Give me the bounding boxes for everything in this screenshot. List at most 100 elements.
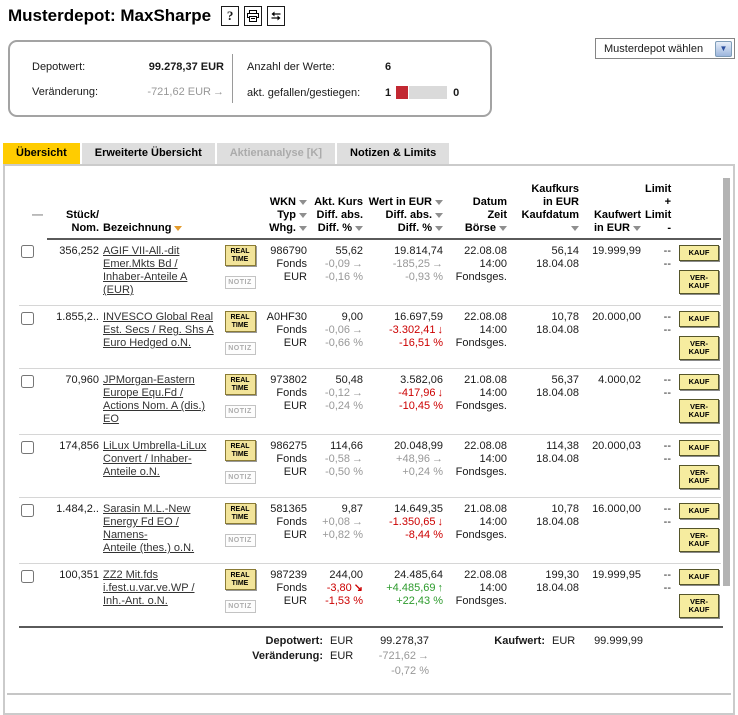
sort-icon[interactable] (435, 200, 443, 205)
verkauf-button[interactable]: VER- KAUF (679, 270, 719, 294)
kaufwert-value: 19.999,95 (583, 564, 645, 627)
notiz-badge[interactable]: NOTIZ (225, 342, 256, 355)
help-icon[interactable]: ? (221, 6, 239, 26)
verkauf-button[interactable]: VER- KAUF (679, 465, 719, 489)
scrollbar[interactable] (723, 178, 730, 586)
notiz-badge[interactable]: NOTIZ (225, 276, 256, 289)
kurs-diff-pct: +0,82 % (311, 529, 363, 542)
realtime-badge[interactable]: REAL TIME (225, 440, 256, 461)
print-icon[interactable] (244, 6, 262, 26)
kauf-button[interactable]: KAUF (679, 311, 719, 327)
wkn-value: 973802 (263, 374, 307, 387)
sort-icon[interactable] (435, 226, 443, 231)
kurs-diff-value: +0,08 (322, 516, 350, 528)
header-wert: Wert in EUR (369, 196, 432, 208)
shares-count: 1.484,2.. (47, 498, 103, 564)
realtime-badge[interactable]: REAL TIME (225, 245, 256, 266)
totals-veraenderung-pct: -0,72 % (359, 664, 429, 679)
notiz-badge[interactable]: NOTIZ (225, 471, 256, 484)
shares-count: 70,960 (47, 369, 103, 435)
kauf-button[interactable]: KAUF (679, 245, 719, 261)
kauf-button[interactable]: KAUF (679, 569, 719, 585)
limit-plus-value: -- (645, 374, 671, 387)
row-checkbox[interactable] (21, 312, 34, 325)
gefallen-gestiegen-label: akt. gefallen/gestiegen: (247, 87, 385, 99)
notiz-badge[interactable]: NOTIZ (225, 534, 256, 547)
sort-icon[interactable] (355, 226, 363, 231)
notiz-badge[interactable]: NOTIZ (225, 600, 256, 613)
realtime-badge[interactable]: REAL TIME (225, 374, 256, 395)
kaufwert-value: 20.000,00 (583, 306, 645, 369)
row-checkbox[interactable] (21, 375, 34, 388)
summary-right: Anzahl der Werte: 6 akt. gefallen/gestie… (232, 54, 490, 103)
limit-plus-value: -- (645, 503, 671, 516)
sort-icon[interactable] (571, 226, 579, 231)
kurs-diff-value: -0,58 (325, 453, 350, 465)
realtime-badge[interactable]: REAL TIME (225, 569, 256, 590)
akt-kurs-value: 55,62 (311, 245, 363, 258)
instrument-link[interactable]: JPMorgan-Eastern Europe Equ.Fd / Actions… (103, 374, 205, 426)
fallen-bar (396, 86, 408, 99)
gefallen-count: 1 (385, 87, 391, 99)
verkauf-button[interactable]: VER- KAUF (679, 594, 719, 618)
realtime-badge[interactable]: REAL TIME (225, 503, 256, 524)
realtime-badge[interactable]: REAL TIME (225, 311, 256, 332)
boerse-value: Fondsges. (447, 271, 507, 284)
header-akt-kurs: Akt. Kurs (311, 196, 363, 209)
tab-erweiterte-uebersicht[interactable]: Erweiterte Übersicht (82, 143, 215, 164)
verkauf-button[interactable]: VER- KAUF (679, 528, 719, 552)
sort-icon[interactable] (299, 200, 307, 205)
datum-value: 22.08.08 (447, 311, 507, 324)
kurs-diff-pct: -0,24 % (311, 400, 363, 413)
col-header-akt-kurs[interactable]: Akt. Kurs Diff. abs. Diff. % (311, 178, 367, 239)
kauf-button[interactable]: KAUF (679, 374, 719, 390)
sort-icon[interactable] (174, 226, 182, 231)
trend-arrow-icon: ↘ (354, 582, 363, 594)
sort-icon[interactable] (299, 226, 307, 231)
wert-diff-value: +4.485,69 (386, 582, 435, 594)
verkauf-button[interactable]: VER- KAUF (679, 336, 719, 360)
notiz-badge[interactable]: NOTIZ (225, 405, 256, 418)
row-checkbox[interactable] (21, 570, 34, 583)
sort-icon[interactable] (299, 213, 307, 218)
typ-value: Fonds (263, 324, 307, 337)
typ-value: Fonds (263, 516, 307, 529)
sort-icon[interactable] (633, 226, 641, 231)
row-checkbox[interactable] (21, 245, 34, 258)
header-kaufwert-line2: in EUR (594, 222, 630, 234)
sort-icon[interactable] (435, 213, 443, 218)
chevron-down-icon[interactable]: ▼ (715, 41, 732, 57)
sort-icon[interactable] (499, 226, 507, 231)
tab-uebersicht[interactable]: Übersicht (3, 143, 80, 164)
verkauf-button[interactable]: VER- KAUF (679, 399, 719, 423)
akt-kurs-value: 9,87 (311, 503, 363, 516)
col-header-wkn[interactable]: WKN Typ Whg. (263, 178, 311, 239)
instrument-link[interactable]: ZZ2 Mit.fds i.fest.u.var.ve.WP / Inh.-An… (103, 569, 195, 608)
depot-select[interactable]: Musterdepot wählen ▼ (595, 38, 735, 59)
instrument-link[interactable]: INVESCO Global Real Est. Secs / Reg. Shs… (103, 311, 214, 350)
instrument-link[interactable]: LiLux Umbrella-LiLux Convert / Inhaber- … (103, 440, 206, 479)
akt-kurs-value: 9,00 (311, 311, 363, 324)
col-header-bezeichnung[interactable]: Bezeichnung (103, 178, 221, 239)
refresh-icon[interactable] (267, 6, 285, 26)
col-header-kaufkurs[interactable]: Kaufkurs in EUR Kaufdatum (511, 178, 583, 239)
kurs-diff-value: -3,80 (327, 582, 352, 594)
kauf-button[interactable]: KAUF (679, 440, 719, 456)
question-mark: ? (227, 8, 234, 24)
header-bezeichnung: Bezeichnung (103, 222, 171, 234)
col-header-wert[interactable]: Wert in EUR Diff. abs. Diff. % (367, 178, 447, 239)
kaufwert-value: 20.000,03 (583, 435, 645, 498)
col-header-datum[interactable]: Datum Zeit Börse (447, 178, 511, 239)
col-header-kaufwert[interactable]: Kaufwert in EUR (583, 178, 645, 239)
kaufdatum-value: 18.04.08 (511, 258, 579, 271)
col-header-stueck[interactable]: Stück/ Nom. (47, 178, 103, 239)
kauf-button[interactable]: KAUF (679, 503, 719, 519)
row-checkbox[interactable] (21, 441, 34, 454)
trend-arrow-icon: → (432, 453, 443, 465)
tab-notizen-limits[interactable]: Notizen & Limits (337, 143, 449, 164)
trend-arrow-icon: → (352, 324, 363, 336)
whg-value: EUR (263, 337, 307, 350)
row-checkbox[interactable] (21, 504, 34, 517)
instrument-link[interactable]: Sarasin M.L.-New Energy Fd EO / Namens- … (103, 503, 194, 555)
instrument-link[interactable]: AGIF VII-All.-dit Emer.Mkts Bd / Inhaber… (103, 245, 187, 297)
